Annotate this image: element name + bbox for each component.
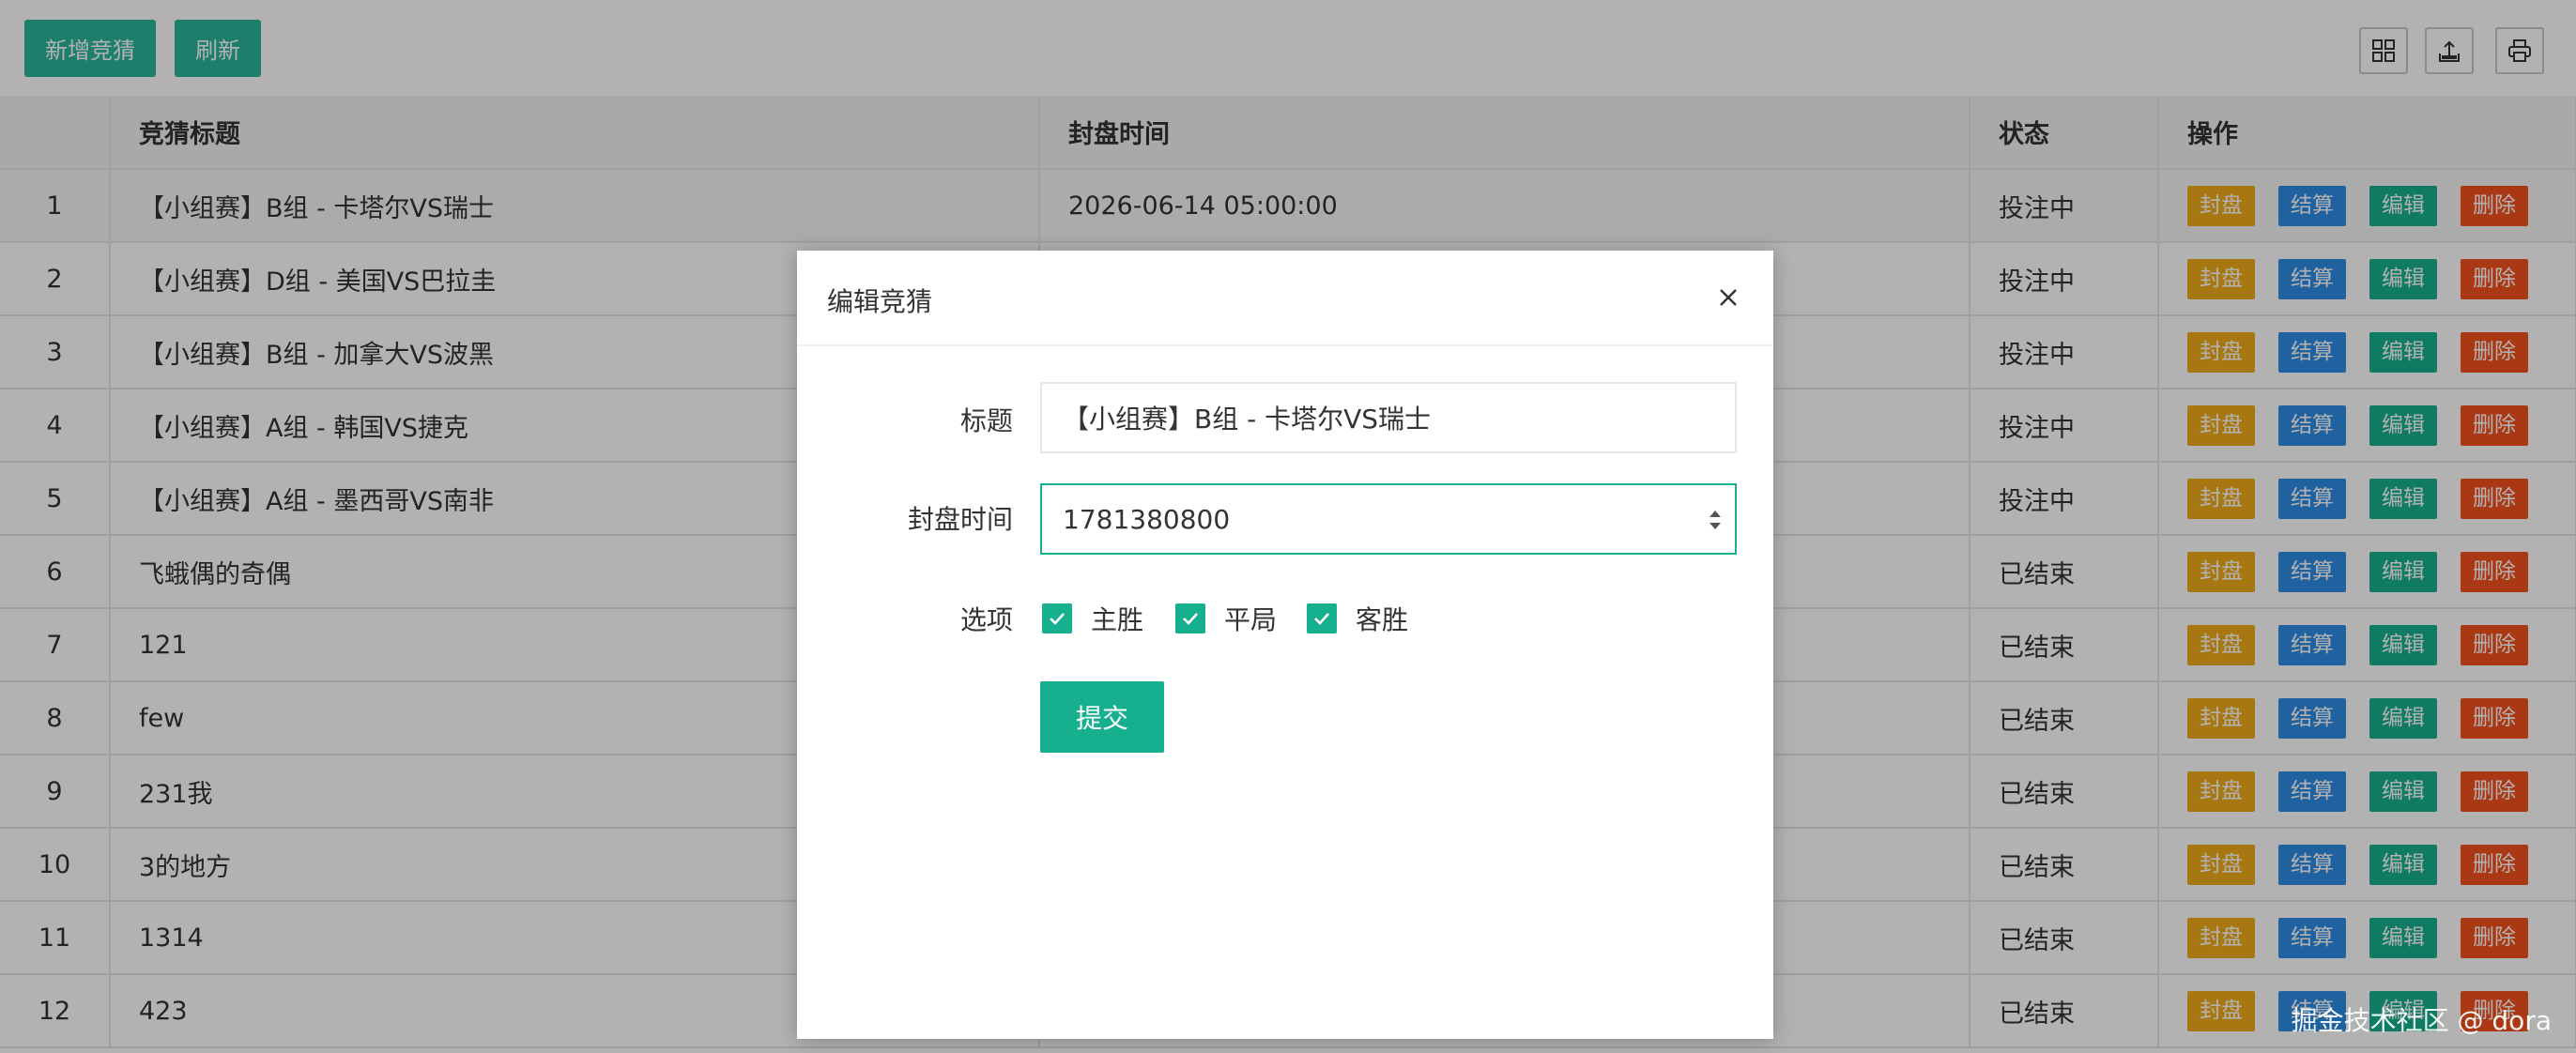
- watermark: 掘金技术社区 @ dora: [2291, 1005, 2552, 1036]
- options-label: 选项: [959, 604, 1013, 635]
- number-stepper-icon[interactable]: [1704, 504, 1726, 536]
- option-label: 平局: [1224, 604, 1278, 635]
- option-label: 主胜: [1091, 604, 1144, 635]
- checkbox-checked-icon[interactable]: [1307, 603, 1337, 633]
- dialog-title: 编辑竞猜: [827, 286, 933, 317]
- close-time-label: 封盘时间: [907, 504, 1013, 535]
- option-draw[interactable]: 平局: [1175, 600, 1277, 637]
- close-time-input[interactable]: [1040, 483, 1737, 555]
- dialog-header: 编辑竞猜: [797, 251, 1773, 346]
- checkbox-checked-icon[interactable]: [1042, 603, 1072, 633]
- title-input[interactable]: [1040, 382, 1737, 453]
- edit-quiz-dialog: 编辑竞猜 标题 封盘时间 选项 主胜 平局 客胜 提交: [797, 251, 1773, 1039]
- submit-button[interactable]: 提交: [1040, 681, 1164, 753]
- option-home-win[interactable]: 主胜: [1042, 600, 1143, 637]
- option-away-win[interactable]: 客胜: [1307, 600, 1408, 637]
- title-label: 标题: [959, 405, 1013, 436]
- checkbox-checked-icon[interactable]: [1175, 603, 1205, 633]
- close-icon[interactable]: [1711, 281, 1745, 314]
- option-label: 客胜: [1356, 604, 1409, 635]
